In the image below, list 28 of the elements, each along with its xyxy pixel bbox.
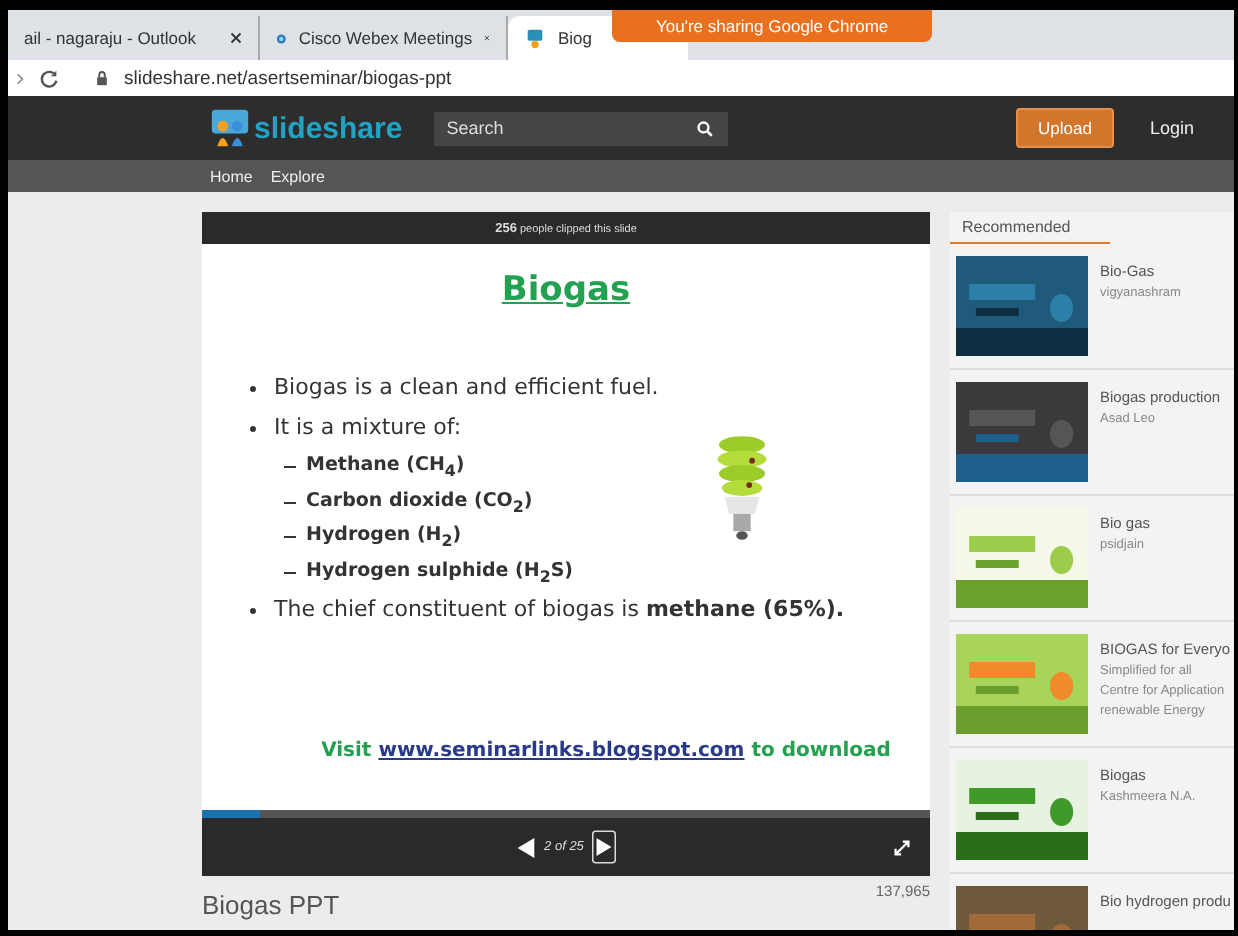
nav-link[interactable]: Explore [270, 167, 325, 185]
sub-bullet-text: Carbon dioxide (CO$_{2}$) [246, 489, 906, 515]
website-link[interactable]: www.seminarlinks.blogspot.com [378, 740, 745, 762]
previous-icon[interactable] [516, 835, 537, 859]
bullet-text: The chief constituent of biogas is methane (65%). [246, 596, 906, 627]
tab-favicon-icon [524, 27, 546, 49]
sub-bullet-text: Methane (CH$_{4}$) [246, 453, 906, 480]
close-icon[interactable] [230, 32, 242, 44]
recommended-tab[interactable]: Recommended [950, 212, 1110, 244]
nav-link[interactable]: Home [210, 167, 253, 185]
sub-bullet-text: Hydrogen (H$_{2}$) [246, 524, 906, 551]
fullscreen-icon[interactable] [894, 839, 910, 855]
bullet-text: Biogas is a clean and efficient fuel. [246, 374, 906, 404]
forward-icon[interactable] [16, 71, 24, 85]
address-bar[interactable]: slideshare.net/asertseminar/biogas-ppt [124, 67, 452, 89]
login-link[interactable]: Login [1149, 118, 1194, 138]
people-logo-icon [210, 108, 250, 148]
bullet-text: It is a mixture of: [246, 413, 906, 444]
slide-title: Biogas [499, 270, 633, 310]
sharing-banner: You're sharing Google Chrome [612, 10, 933, 42]
presentation-title: Biogas PPT [202, 892, 340, 921]
sub-bullet-text: Hydrogen sulphide (H$_{2}$S) [246, 560, 906, 587]
reload-icon[interactable] [38, 67, 60, 89]
logo-text[interactable]: slideshare [254, 111, 403, 145]
lock-icon [94, 70, 110, 86]
search-field[interactable]: Search [434, 111, 729, 145]
download-note: Visit www.seminarlinks.blogspot.com to download [319, 740, 893, 762]
next-icon[interactable] [591, 830, 616, 864]
